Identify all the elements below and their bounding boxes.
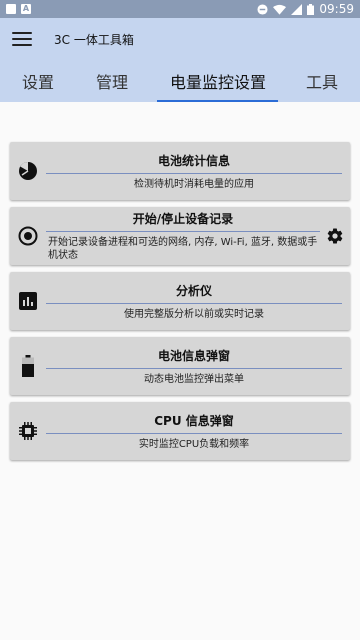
card-title: 开始/停止设备记录	[132, 212, 234, 226]
cpu-popup-card[interactable]: CPU 信息弹窗 实时监控CPU负载和频率	[10, 402, 350, 460]
card-title: CPU 信息弹窗	[154, 413, 234, 428]
card-description: 实时监控CPU负载和频率	[138, 438, 250, 450]
menu-icon[interactable]	[12, 32, 32, 46]
card-title: 分析仪	[175, 283, 212, 298]
card-title: 电池信息弹窗	[157, 348, 230, 363]
analyzer-card[interactable]: 分析仪 使用完整版分析以前或实时记录	[10, 272, 350, 330]
device-record-card[interactable]: 开始/停止设备记录 开始记录设备进程和可选的网络, 内存, Wi-Fi, 蓝牙,…	[10, 207, 350, 265]
card-title: 电池统计信息	[157, 153, 230, 168]
card-description: 使用完整版分析以前或实时记录	[124, 308, 264, 320]
battery-popup-card[interactable]: 电池信息弹窗 动态电池监控弹出菜单	[10, 337, 350, 395]
app-bar: 3C 一体工具箱	[0, 18, 360, 60]
card-description: 检测待机时消耗电量的应用	[134, 178, 254, 190]
battery-icon	[10, 355, 46, 377]
card-description: 动态电池监控弹出菜单	[144, 373, 244, 385]
tab-underline	[157, 100, 278, 102]
card-list: 电池统计信息 检测待机时消耗电量的应用 开始/停止设备记录 开始记录设备进程和可…	[0, 102, 360, 460]
tab-manage[interactable]: 管理	[96, 60, 128, 102]
app-title: 3C 一体工具箱	[54, 32, 134, 47]
cpu-chip-icon	[10, 421, 46, 441]
battery-status-icon	[307, 3, 315, 15]
gear-icon[interactable]	[320, 227, 350, 245]
signal-icon	[291, 3, 303, 15]
tab-bar: 设置 管理 电量监控设置 工具	[0, 60, 360, 102]
battery-stats-card[interactable]: 电池统计信息 检测待机时消耗电量的应用	[10, 142, 350, 200]
tab-settings[interactable]: 设置	[22, 60, 54, 102]
bar-chart-icon	[10, 291, 46, 311]
pie-chart-icon	[10, 161, 46, 181]
notification-a-icon: A	[21, 4, 31, 14]
do-not-disturb-icon	[257, 3, 268, 15]
notification-square-icon	[6, 4, 16, 14]
status-bar: A 09:59	[0, 0, 360, 18]
card-description: 开始记录设备进程和可选的网络, 内存, Wi-Fi, 蓝牙, 数据或手机状态	[48, 237, 318, 261]
tab-battery-monitor-settings[interactable]: 电量监控设置	[170, 60, 266, 102]
record-icon	[10, 226, 46, 246]
tab-tools[interactable]: 工具	[306, 60, 338, 102]
status-time: 09:59	[319, 2, 354, 16]
wifi-icon	[273, 4, 287, 15]
